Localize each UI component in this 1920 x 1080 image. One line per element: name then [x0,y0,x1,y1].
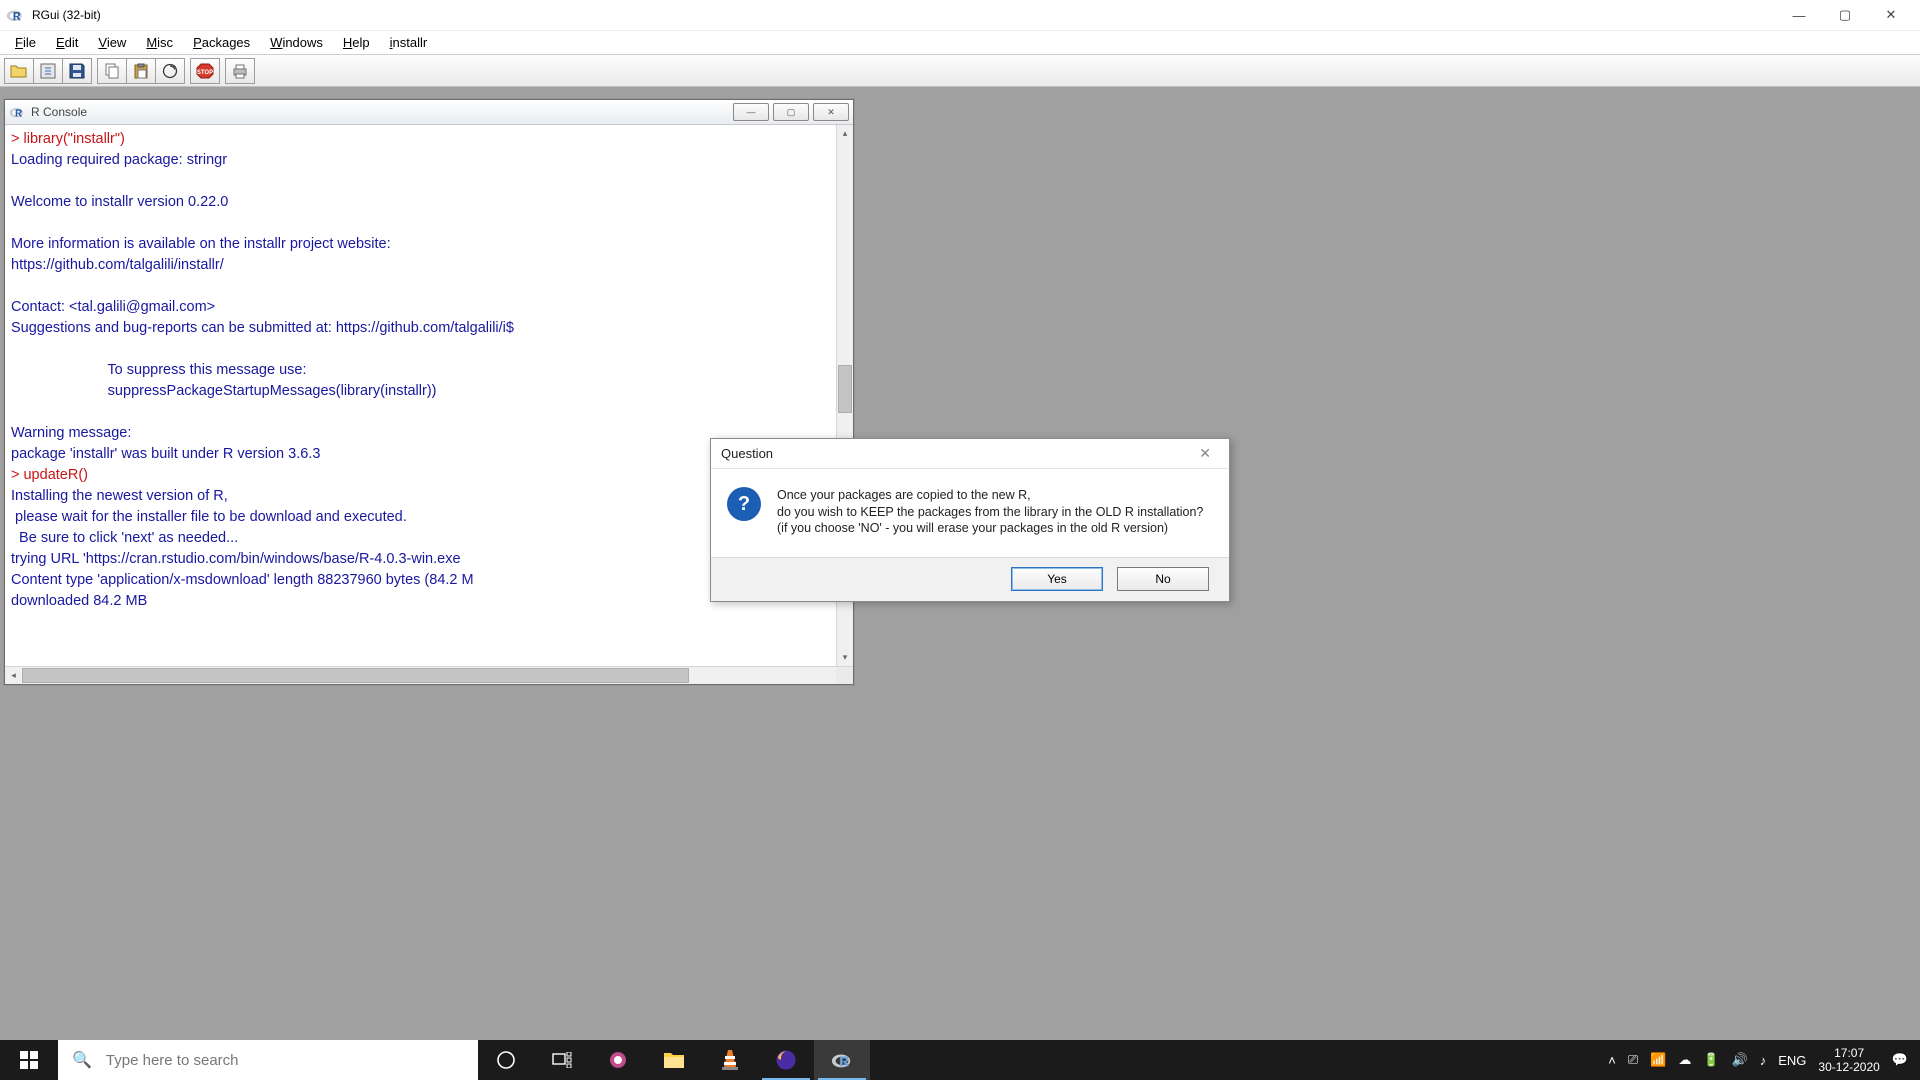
menu-file[interactable]: File [6,33,45,52]
windows-taskbar: 🔍 Type here to search ˄ ⎚ 📶 ☁ 🔋 🔊 ♪ ENG … [0,1040,1920,1080]
r-logo-icon [9,104,25,120]
menu-edit[interactable]: Edit [47,33,87,52]
dialog-titlebar[interactable]: Question ✕ [711,439,1229,469]
vlc-icon[interactable] [702,1040,758,1080]
dialog-footer: Yes No [711,557,1229,601]
firefox-icon[interactable] [758,1040,814,1080]
cortana-button[interactable] [478,1040,534,1080]
console-maximize-button[interactable]: ▢ [773,103,809,121]
jabra-icon[interactable]: ♪ [1760,1053,1767,1068]
close-button[interactable]: ✕ [1868,0,1914,30]
battery-icon[interactable]: 🔋 [1703,1052,1719,1068]
search-icon: 🔍 [72,1050,92,1070]
start-button[interactable] [0,1040,58,1080]
dialog-close-button[interactable]: ✕ [1191,441,1219,466]
scroll-up-icon[interactable]: ▴ [837,125,853,142]
stop-button[interactable]: STOP [190,58,220,84]
question-icon: ? [727,487,761,521]
scroll-left-icon[interactable]: ◂ [5,667,22,684]
copy-button[interactable] [97,58,127,84]
question-dialog: Question ✕ ? Once your packages are copi… [710,438,1230,602]
onedrive-icon[interactable]: ☁ [1678,1052,1691,1068]
system-tray: ˄ ⎚ 📶 ☁ 🔋 🔊 ♪ ENG 17:07 30-12-2020 💬 [1596,1040,1920,1080]
toolbar: STOP [0,54,1920,87]
volume-icon[interactable]: 🔊 [1732,1052,1748,1068]
resize-grip[interactable] [836,667,853,684]
menu-help[interactable]: Help [334,33,379,52]
greenshot-app-icon[interactable] [590,1040,646,1080]
paste-button[interactable] [126,58,156,84]
print-button[interactable] [225,58,255,84]
dialog-body: ? Once your packages are copied to the n… [711,469,1229,557]
console-titlebar[interactable]: R Console — ▢ ✕ [5,100,853,125]
wifi-icon[interactable]: 📶 [1650,1052,1666,1068]
r-logo-icon [6,6,24,24]
menu-misc[interactable]: Misc [137,33,182,52]
horizontal-scrollbar[interactable]: ◂ ▸ [5,666,853,684]
no-button[interactable]: No [1117,567,1209,591]
hscroll-thumb[interactable] [22,668,689,683]
console-window-controls: — ▢ ✕ [733,103,849,121]
search-placeholder: Type here to search [106,1052,239,1069]
copy-paste-button[interactable] [155,58,185,84]
window-controls: — ▢ ✕ [1776,0,1914,30]
taskbar-search[interactable]: 🔍 Type here to search [58,1040,478,1080]
svg-text:STOP: STOP [197,70,213,76]
scroll-down-icon[interactable]: ▾ [837,649,853,666]
taskbar-apps [478,1040,870,1080]
date-text: 30-12-2020 [1818,1060,1879,1074]
save-workspace-button[interactable] [62,58,92,84]
task-view-button[interactable] [534,1040,590,1080]
language-indicator[interactable]: ENG [1778,1053,1806,1068]
menu-packages[interactable]: Packages [184,33,259,52]
clock[interactable]: 17:07 30-12-2020 [1818,1046,1879,1074]
console-title: R Console [31,105,733,119]
windows-icon [20,1051,38,1069]
load-workspace-button[interactable] [33,58,63,84]
dialog-message: Once your packages are copied to the new… [777,487,1203,537]
window-title: RGui (32-bit) [32,8,1776,22]
scroll-thumb[interactable] [838,365,852,413]
titlebar[interactable]: RGui (32-bit) — ▢ ✕ [0,0,1920,30]
console-minimize-button[interactable]: — [733,103,769,121]
action-center-icon[interactable]: 💬 [1892,1052,1908,1068]
dialog-title: Question [721,446,1191,461]
maximize-button[interactable]: ▢ [1822,0,1868,30]
time-text: 17:07 [1818,1046,1879,1060]
file-explorer-icon[interactable] [646,1040,702,1080]
menu-view[interactable]: View [89,33,135,52]
console-close-button[interactable]: ✕ [813,103,849,121]
yes-button[interactable]: Yes [1011,567,1103,591]
menu-installr[interactable]: installr [381,33,437,52]
open-script-button[interactable] [4,58,34,84]
menu-windows[interactable]: Windows [261,33,332,52]
rgui-taskbar-icon[interactable] [814,1040,870,1080]
minimize-button[interactable]: — [1776,0,1822,30]
show-hidden-icon[interactable]: ˄ [1608,1053,1616,1068]
tablet-mode-icon[interactable]: ⎚ [1628,1052,1638,1068]
menu-bar: File Edit View Misc Packages Windows Hel… [0,30,1920,54]
